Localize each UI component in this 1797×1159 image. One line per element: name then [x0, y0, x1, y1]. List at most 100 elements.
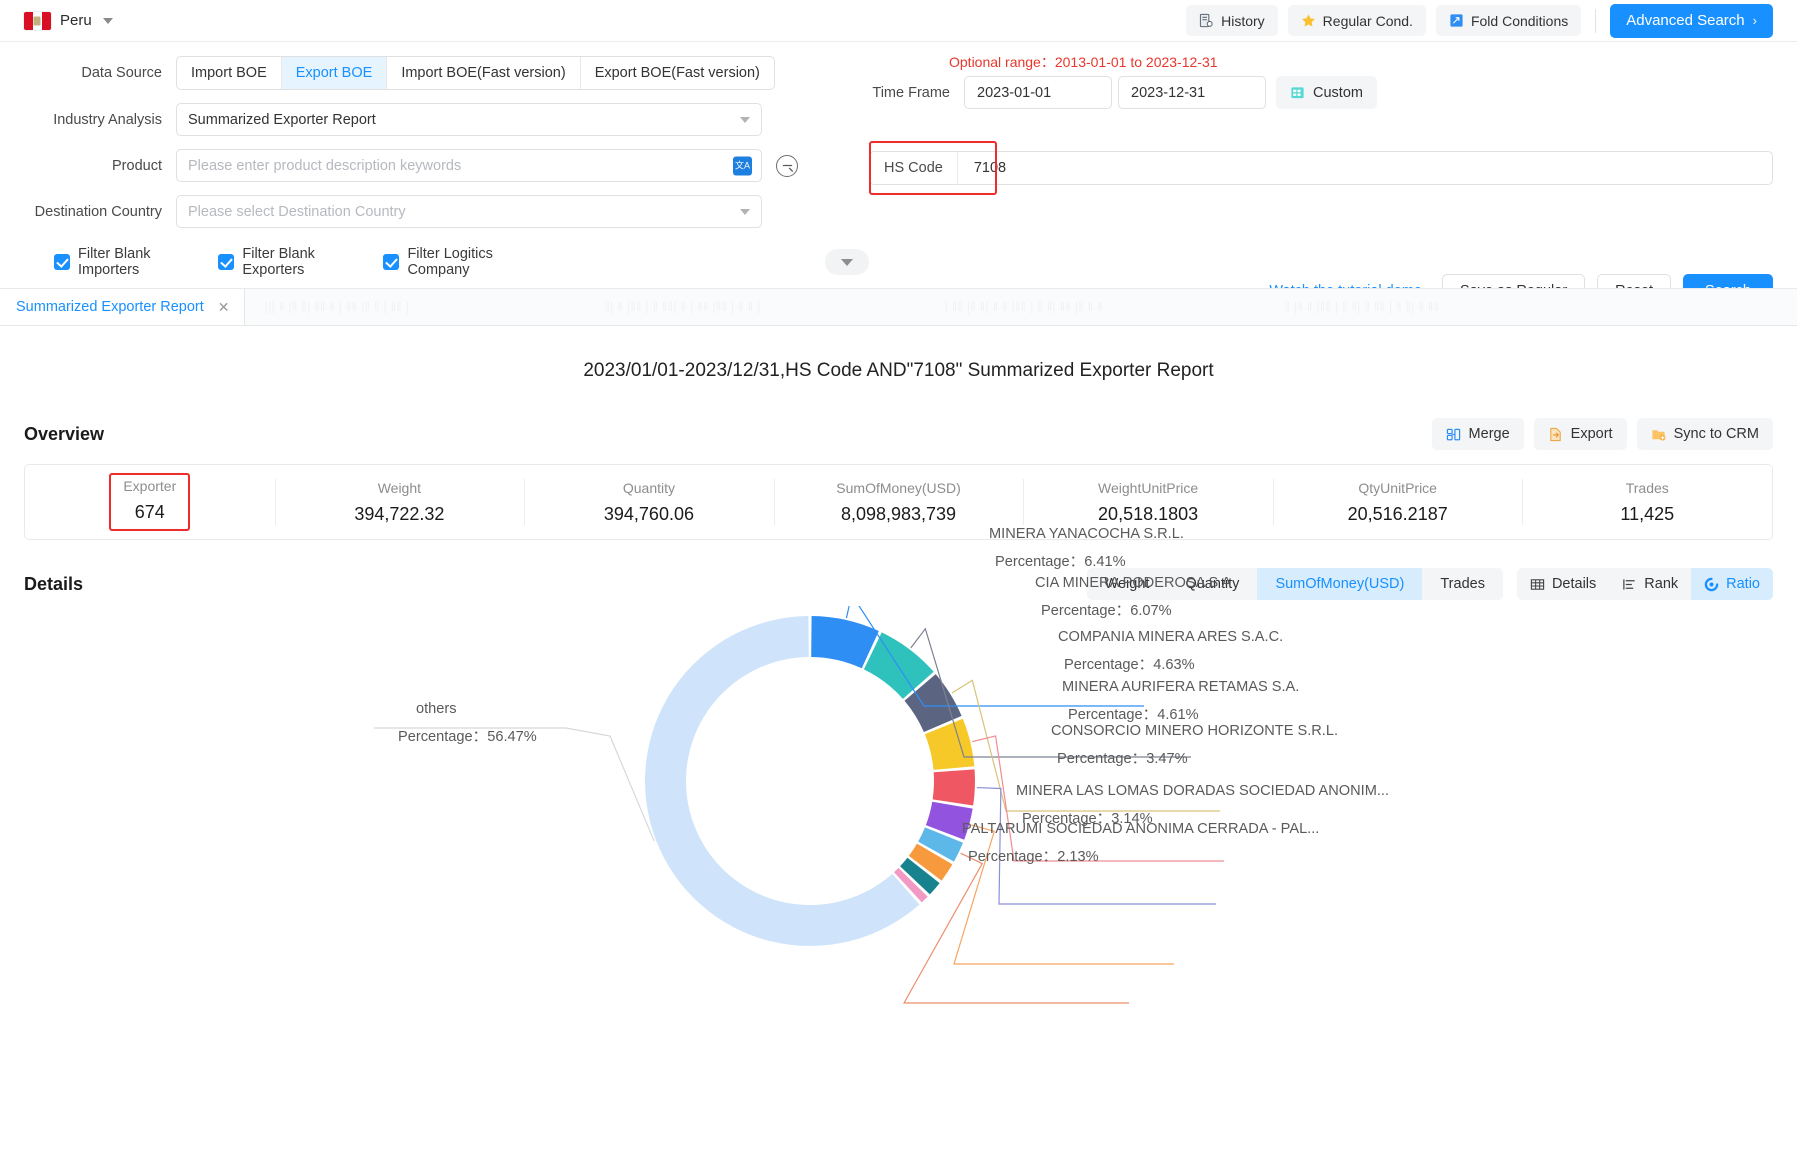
data-source-option-export-boe[interactable]: Export BOE [281, 57, 388, 89]
merge-icon [1446, 427, 1461, 442]
percentage-value: 4.63% [1153, 657, 1195, 673]
donut-svg [374, 606, 1224, 1004]
stat-key: QtyUnitPrice [1358, 479, 1437, 496]
custom-range-button[interactable]: Custom [1276, 76, 1377, 109]
donut-slices[interactable] [645, 616, 975, 946]
search-left-column: Data Source Import BOE Export BOE Import… [24, 56, 869, 278]
percentage-value: 6.07% [1130, 603, 1172, 619]
pie-label-1-pct: Percentage：6.07% [1041, 599, 1172, 620]
donut-slice[interactable] [932, 769, 975, 806]
close-icon[interactable]: ✕ [218, 299, 230, 316]
stat-exporter: Exporter 674 [25, 473, 275, 531]
tab-summarized-exporter-report[interactable]: Summarized Exporter Report ✕ [0, 289, 245, 325]
product-placeholder: Please enter product description keyword… [188, 157, 462, 174]
checkbox-filter-blank-importers[interactable]: Filter Blank Importers [54, 246, 192, 278]
ghost-text: | ‖‖ |‖ ‖| ‖ ‖ |‖‖ | ‖ ‖| ‖‖ |‖ ‖ ‖ [944, 299, 1103, 314]
history-button[interactable]: History [1186, 5, 1278, 36]
sync-to-crm-label: Sync to CRM [1673, 426, 1759, 442]
checkbox-icon [218, 254, 235, 270]
destination-country-label: Destination Country [34, 203, 162, 220]
overview-header: Overview Merge Export Sync to CRM [24, 418, 1773, 450]
translate-icon[interactable]: 文A [733, 156, 752, 175]
sync-to-crm-button[interactable]: Sync to CRM [1636, 418, 1773, 450]
view-tab-label: Ratio [1726, 576, 1760, 592]
stat-trades: Trades 11,425 [1522, 480, 1772, 525]
metric-tab-sum-of-money[interactable]: SumOfMoney(USD) [1257, 568, 1423, 600]
stat-sum-of-money: SumOfMoney(USD) 8,098,983,739 [774, 480, 1024, 525]
checkbox-icon [383, 254, 400, 270]
checkbox-label: Filter Blank Importers [78, 246, 151, 278]
percentage-prefix: Percentage： [398, 729, 488, 745]
percentage-prefix: Percentage： [1064, 657, 1154, 673]
regular-cond-button[interactable]: Regular Cond. [1287, 5, 1426, 36]
optional-range-note: Optional range：2013-01-01 to 2023-12-31 [949, 54, 1218, 70]
country-selector[interactable]: Peru [24, 11, 113, 30]
stat-key: Trades [1625, 479, 1669, 496]
ratio-donut-chart: others Percentage：56.47% MINERA YANACOCH… [24, 526, 1773, 1056]
tab-strip-background: ||| ‖ |‖ ‖| ‖‖ ‖ | ‖‖ |‖ ‖ | ‖‖ | ‖| ‖ |… [245, 289, 1797, 325]
product-field[interactable]: Please enter product description keyword… [176, 149, 762, 182]
percentage-value: 2.13% [1057, 849, 1099, 865]
chevron-down-icon [740, 116, 750, 123]
minus-circle-icon[interactable] [776, 154, 798, 177]
pie-label-0-pct: Percentage：6.41% [995, 550, 1126, 571]
stat-qty-unit-price: QtyUnitPrice 20,516.2187 [1273, 480, 1523, 525]
view-tab-details[interactable]: Details [1517, 568, 1609, 600]
percentage-value: 6.41% [1084, 554, 1126, 570]
rank-icon [1622, 577, 1637, 592]
view-tab-ratio[interactable]: Ratio [1691, 568, 1773, 600]
overview-actions: Merge Export Sync to CRM [1431, 418, 1773, 450]
top-bar-actions: History Regular Cond. Fold Conditions Ad… [1186, 3, 1773, 38]
pie-label-others-name: others [416, 701, 457, 717]
date-from-input[interactable]: 2023-01-01 [964, 76, 1112, 109]
pie-label-2-name: COMPANIA MINERA ARES S.A.C. [1058, 629, 1284, 645]
pie-label-6-name: PALTARUMI SOCIEDAD ANONIMA CERRADA - PAL… [962, 821, 1320, 837]
stat-key: WeightUnitPrice [1098, 479, 1199, 496]
country-label: Peru [60, 12, 92, 29]
search-right-column: Optional range：2013-01-01 to 2023-12-31 … [869, 54, 1773, 308]
history-icon [1199, 13, 1214, 28]
advanced-search-label: Advanced Search [1626, 12, 1745, 29]
pie-label-3-pct: Percentage：4.61% [1068, 703, 1199, 724]
destination-country-select[interactable]: Please select Destination Country [176, 195, 762, 228]
data-source-option-export-boe-fast[interactable]: Export BOE(Fast version) [581, 57, 774, 89]
industry-analysis-row: Industry Analysis Summarized Exporter Re… [24, 103, 869, 136]
stat-value: 8,098,983,739 [840, 503, 957, 524]
calendar-icon [1290, 85, 1305, 100]
data-source-option-import-boe-fast[interactable]: Import BOE(Fast version) [387, 57, 581, 89]
details-header: Details Weight Quantity SumOfMoney(USD) … [24, 568, 1773, 600]
industry-analysis-select[interactable]: Summarized Exporter Report [176, 103, 762, 136]
advanced-search-button[interactable]: Advanced Search › [1610, 3, 1773, 38]
custom-label: Custom [1313, 84, 1363, 101]
stat-key: Weight [377, 479, 422, 496]
product-label: Product [112, 157, 162, 174]
percentage-prefix: Percentage： [968, 849, 1058, 865]
checkbox-filter-logitics-company[interactable]: Filter Logitics Company [383, 246, 533, 278]
data-source-option-import-boe[interactable]: Import BOE [177, 57, 282, 89]
checkbox-label: Filter Blank Exporters [242, 246, 315, 278]
time-frame-row: Time Frame 2023-01-01 2023-12-31 Custom [869, 76, 1773, 109]
fold-conditions-button[interactable]: Fold Conditions [1435, 5, 1582, 36]
table-icon [1530, 577, 1545, 592]
industry-analysis-label: Industry Analysis [53, 111, 162, 128]
stat-value: 20,518.1803 [1098, 503, 1199, 524]
checkbox-icon [54, 254, 70, 270]
date-to-input[interactable]: 2023-12-31 [1118, 76, 1266, 109]
merge-button[interactable]: Merge [1431, 418, 1524, 450]
toolbar-divider [1595, 8, 1597, 33]
view-tab-rank[interactable]: Rank [1609, 568, 1691, 600]
search-panel: Data Source Import BOE Export BOE Import… [0, 42, 1797, 308]
report-body: 2023/01/01-2023/12/31,HS Code AND"7108" … [0, 360, 1797, 1056]
checkbox-filter-blank-exporters[interactable]: Filter Blank Exporters [218, 246, 357, 278]
collapse-panel-toggle[interactable] [824, 249, 869, 275]
peru-flag-icon [24, 11, 51, 30]
regular-cond-label: Regular Cond. [1322, 12, 1413, 29]
sync-crm-icon [1651, 427, 1666, 442]
hs-code-value: 7108 [973, 160, 1007, 176]
pie-label-0-name: MINERA YANACOCHA S.R.L. [989, 526, 1184, 542]
details-title: Details [24, 573, 84, 594]
hs-code-field[interactable]: HS Code 7108 [869, 151, 1773, 185]
metric-tab-trades[interactable]: Trades [1422, 568, 1503, 600]
export-button[interactable]: Export [1533, 418, 1627, 450]
stat-value: 394,760.06 [603, 503, 694, 524]
